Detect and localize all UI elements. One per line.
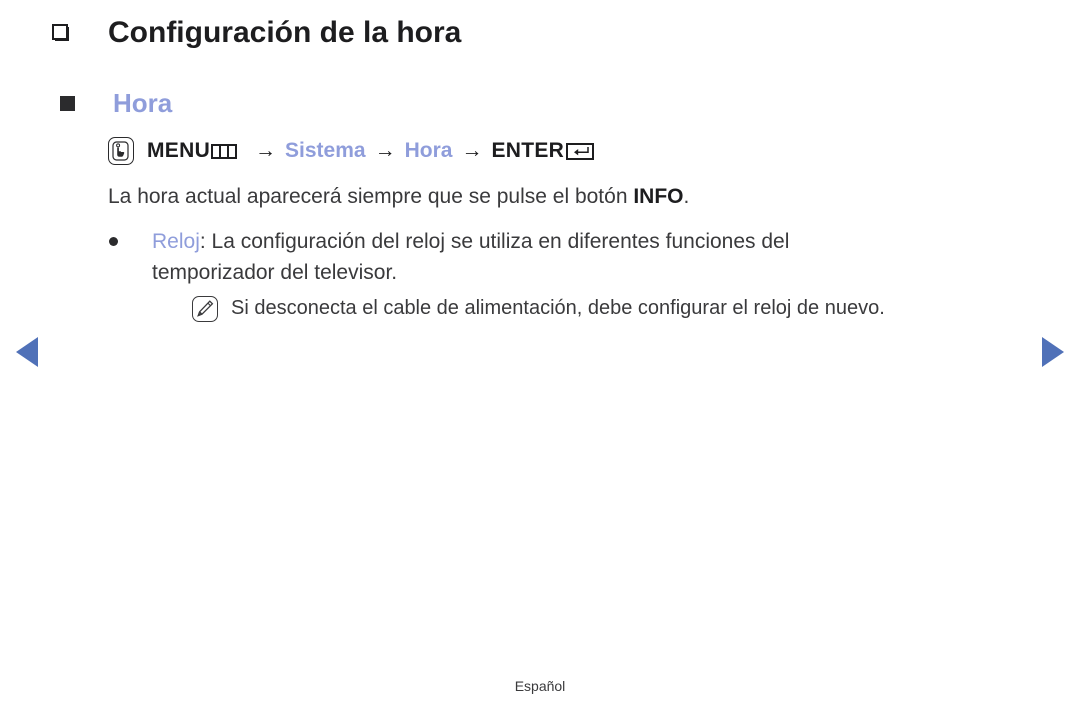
menu-step-time: Hora	[404, 139, 453, 162]
info-text-after: .	[683, 185, 690, 208]
enter-label: ENTER	[491, 139, 565, 162]
list-item-text: : La configuración del reloj se utiliza …	[199, 230, 790, 253]
round-bullet-icon	[109, 237, 118, 246]
info-text-before: La hora actual aparecerá siempre que se …	[108, 185, 634, 208]
list-item-line-1: Reloj: La configuración del reloj se uti…	[152, 226, 1060, 257]
manual-page: Configuración de la hora Hora MENU → Sis…	[0, 0, 1080, 705]
info-button-label: INFO	[633, 185, 684, 208]
hollow-square-bullet-icon	[52, 24, 70, 42]
enter-return-key-icon	[566, 142, 595, 160]
path-arrow-2: →	[374, 139, 396, 162]
note-pencil-icon	[192, 296, 218, 322]
section-heading: Hora	[113, 88, 173, 118]
page-title: Configuración de la hora	[108, 16, 462, 49]
menu-grid-icon	[211, 143, 238, 159]
info-paragraph: La hora actual aparecerá siempre que se …	[108, 182, 1060, 212]
list-item-term: Reloj	[152, 230, 200, 253]
note-row: Si desconecta el cable de alimentación, …	[192, 294, 1060, 322]
list-item: Reloj: La configuración del reloj se uti…	[108, 226, 1060, 322]
footer-language-label: Español	[514, 678, 566, 694]
remote-button-press-icon	[108, 137, 134, 165]
list-item-line-2: temporizador del televisor.	[152, 261, 398, 284]
section-heading-row: Hora	[60, 88, 172, 119]
path-arrow-1: →	[255, 139, 277, 162]
next-page-arrow-icon[interactable]	[1042, 337, 1064, 367]
note-text: Si desconecta el cable de alimentación, …	[231, 297, 885, 319]
filled-square-bullet-icon	[60, 96, 75, 111]
menu-path-line: MENU → Sistema → Hora → ENTER	[108, 134, 1060, 168]
menu-step-system: Sistema	[285, 139, 366, 162]
menu-label: MENU	[147, 139, 211, 162]
page-title-row: Configuración de la hora	[52, 16, 461, 50]
previous-page-arrow-icon[interactable]	[16, 337, 38, 367]
section-body: MENU → Sistema → Hora → ENTER La hora ac…	[108, 134, 1060, 322]
path-arrow-3: →	[461, 139, 483, 162]
